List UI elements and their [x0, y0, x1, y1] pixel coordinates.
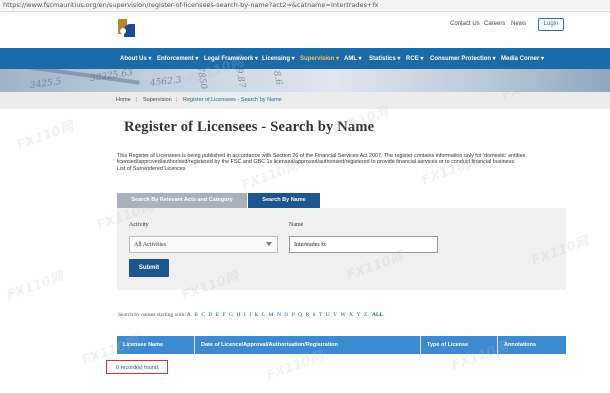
contact-us-link[interactable]: Contact Us [450, 21, 480, 27]
submit-button[interactable]: Submit [129, 259, 169, 277]
alphabet-letter-k[interactable]: K [255, 312, 259, 318]
alphabet-letter-v[interactable]: V [333, 312, 337, 318]
url-text: https://www.fscmauritius.org/en/supervis… [3, 1, 379, 9]
nav-statistics[interactable]: Statistics ▾ [369, 55, 400, 62]
alphabet-letter-d[interactable]: D [208, 312, 212, 318]
breadcrumb-current: Register of Licensees - Search by Name [183, 97, 282, 103]
alphabet-letter-c[interactable]: C [201, 312, 205, 318]
alphabet-letter-l[interactable]: L [262, 312, 265, 318]
nav-legal-framework[interactable]: Legal Framework ▾ [204, 55, 258, 62]
fsc-logo[interactable] [116, 17, 138, 45]
alphabet-filter: Search by names starting with: ABCDEFGHI… [118, 312, 383, 318]
alphabet-letter-e[interactable]: E [216, 312, 219, 318]
tab-search-by-name[interactable]: Search By Name [248, 193, 320, 208]
tab-search-by-acts[interactable]: Search By Relevant Acts and Category [117, 193, 247, 208]
alphabet-letter-x[interactable]: X [349, 312, 353, 318]
breadcrumb-supervision[interactable]: Supervision [143, 97, 172, 103]
alphabet-all-link[interactable]: ALL [372, 312, 383, 318]
top-header: Contact Us Careers News Login [0, 12, 610, 48]
column-header-date: Date of Licence/Approval/Authorisation/R… [195, 336, 421, 354]
alphabet-letter-y[interactable]: Y [357, 312, 361, 318]
breadcrumb: Home | Supervision | Register of License… [0, 92, 610, 109]
browser-address-bar[interactable]: https://www.fscmauritius.org/en/supervis… [0, 0, 610, 12]
activity-select[interactable]: All Activities [129, 236, 278, 253]
banner-number: 4562.3 [149, 75, 182, 89]
banner-number: 8.6 [270, 70, 284, 86]
breadcrumb-separator: | [176, 97, 178, 103]
alphabet-letter-r[interactable]: R [306, 312, 310, 318]
alphabet-prefix: Search by names starting with: [118, 312, 186, 318]
nav-rce[interactable]: RCE ▾ [406, 55, 423, 62]
alphabet-letter-n[interactable]: N [277, 312, 281, 318]
page-title: Register of Licensees - Search by Name [124, 119, 375, 135]
watermark: FX110网 [14, 119, 76, 154]
name-label: Name [289, 222, 304, 228]
alphabet-letter-w[interactable]: W [341, 312, 346, 318]
column-header-licensee-name: Licensee Name [117, 336, 195, 354]
alphabet-letter-f[interactable]: F [223, 312, 226, 318]
careers-link[interactable]: Careers [484, 21, 505, 27]
alphabet-letter-p[interactable]: P [292, 312, 295, 318]
main-navigation: About Us ▾ Enforcement ▾ Legal Framework… [0, 48, 610, 69]
alphabet-letter-a[interactable]: A [187, 312, 191, 318]
alphabet-letter-i[interactable]: I [244, 312, 246, 318]
alphabet-letters: ABCDEFGHIJKLMNOPQRSTUVWXYZ [187, 312, 371, 318]
alphabet-letter-t[interactable]: T [319, 312, 322, 318]
banner-number: 9.87 [233, 69, 247, 89]
nav-consumer-protection[interactable]: Consumer Protection ▾ [430, 55, 496, 62]
name-input[interactable]: Intertrades fx [289, 236, 438, 253]
activity-label: Activity [129, 222, 149, 228]
nav-about-us[interactable]: About Us ▾ [120, 55, 151, 62]
news-link[interactable]: News [511, 21, 526, 27]
alphabet-letter-j[interactable]: J [249, 312, 251, 318]
chevron-down-icon [266, 242, 272, 246]
alphabet-letter-u[interactable]: U [326, 312, 330, 318]
records-count-text: 0 record(s) found. [116, 365, 160, 371]
results-table-header: Licensee Name Date of Licence/Approval/A… [117, 336, 566, 354]
nav-supervision[interactable]: Supervision ▾ [300, 55, 339, 62]
alphabet-letter-m[interactable]: M [269, 312, 274, 318]
nav-enforcement[interactable]: Enforcement ▾ [157, 55, 198, 62]
nav-licensing[interactable]: Licensing ▾ [262, 55, 295, 62]
login-button[interactable]: Login [538, 18, 564, 31]
alphabet-letter-q[interactable]: Q [298, 312, 302, 318]
alphabet-letter-b[interactable]: B [194, 312, 198, 318]
activity-select-value: All Activities [134, 242, 167, 248]
alphabet-letter-g[interactable]: G [229, 312, 233, 318]
alphabet-letter-o[interactable]: O [284, 312, 288, 318]
breadcrumb-separator: | [136, 97, 138, 103]
alphabet-letter-h[interactable]: H [236, 312, 240, 318]
column-header-type: Type of License [421, 336, 498, 354]
records-found-highlight: 0 record(s) found. [106, 360, 168, 374]
breadcrumb-home[interactable]: Home [116, 97, 131, 103]
column-header-annotations: Annotations [504, 342, 537, 348]
alphabet-letter-z[interactable]: Z [364, 312, 367, 318]
banner-number: 3425.5 [29, 76, 63, 92]
banner-number: 7850 [194, 69, 209, 91]
name-input-value: Intertrades fx [294, 242, 327, 248]
watermark: FX110网 [4, 269, 66, 304]
alphabet-letter-s[interactable]: S [313, 312, 316, 318]
surrendered-licences-link[interactable]: List of Surrendered Licences [117, 166, 587, 172]
register-description: This Register of Licensees is being publ… [117, 153, 587, 172]
nav-media-corner[interactable]: Media Corner ▾ [501, 55, 544, 62]
nav-aml[interactable]: AML ▾ [344, 55, 362, 62]
page-banner-image: 38225.63 3425.5 7850 9.87 8.6 4562.3 [0, 69, 610, 92]
